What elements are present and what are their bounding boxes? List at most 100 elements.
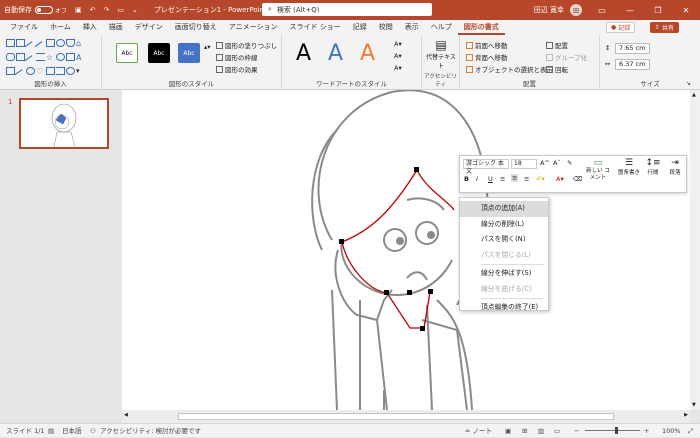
group-button[interactable]: グループ化 <box>546 52 587 62</box>
maximize-icon[interactable]: ❐ <box>644 0 672 20</box>
minimize-icon[interactable]: — <box>616 0 644 20</box>
zoom-in-icon[interactable]: + <box>644 424 649 438</box>
record-button[interactable]: ● 記録 <box>606 22 636 33</box>
search-box[interactable]: ⌕ 検索 (Alt+Q) <box>262 3 432 16</box>
tab-insert[interactable]: 挿入 <box>77 20 103 35</box>
text-outline-icon[interactable]: A▾ <box>394 52 402 60</box>
oval-shape-icon[interactable] <box>56 39 65 47</box>
tab-view[interactable]: 表示 <box>399 20 425 35</box>
gallery-more-icon[interactable]: ▴▾ <box>204 43 211 51</box>
tab-file[interactable]: ファイル <box>4 20 44 35</box>
grow-font-icon[interactable]: A^ <box>540 159 550 167</box>
rectangle-shape-icon[interactable] <box>46 39 55 47</box>
rotate-button[interactable]: 回転 <box>546 64 568 74</box>
selection-pane-button[interactable]: オブジェクトの選択と表示 <box>466 64 553 74</box>
fit-to-window-icon[interactable]: ⤢ <box>688 424 693 438</box>
language-indicator[interactable]: 日本語 <box>62 424 82 438</box>
brace-shape-icon[interactable] <box>36 53 45 61</box>
align-left-icon[interactable]: ≡ <box>500 175 505 183</box>
zoom-out-icon[interactable]: − <box>574 424 579 438</box>
rounded-rect-shape-icon[interactable] <box>6 53 15 61</box>
tab-draw[interactable]: 描画 <box>103 20 129 35</box>
vertical-scrollbar[interactable]: ▲ ▼ <box>690 90 700 410</box>
tab-transitions[interactable]: 画面切り替え <box>169 20 223 35</box>
horizontal-scroll-thumb[interactable] <box>178 413 614 420</box>
tab-animations[interactable]: アニメーション <box>223 20 284 35</box>
shrink-font-icon[interactable]: Aˇ <box>553 159 561 167</box>
triangle-shape-icon[interactable] <box>66 39 75 47</box>
underline-button[interactable]: U <box>488 175 493 183</box>
accessibility-status[interactable]: アクセシビリティ: 検討が必要です <box>100 424 201 438</box>
zoom-level[interactable]: 100% <box>662 424 681 438</box>
tab-shape-format[interactable]: 図形の書式 <box>457 20 505 35</box>
heart-shape-icon[interactable]: ♡ <box>36 67 45 76</box>
scroll-left-icon[interactable]: ◀ <box>124 412 128 418</box>
star-shape-icon[interactable]: ☆ <box>46 53 55 62</box>
textbox-icon[interactable]: A <box>76 53 85 62</box>
curve-shape-icon[interactable] <box>24 55 37 67</box>
align-center-icon[interactable]: ≡ <box>511 174 519 182</box>
text-fill-icon[interactable]: A▾ <box>394 40 402 48</box>
format-painter-icon[interactable]: ✎ <box>567 159 572 167</box>
close-icon[interactable]: ✕ <box>672 0 700 20</box>
align-right-icon[interactable]: ≡ <box>524 175 529 183</box>
tab-review[interactable]: 校閲 <box>373 20 399 35</box>
tab-slideshow[interactable]: スライド ショー <box>284 20 347 35</box>
avatar[interactable]: 田 <box>570 4 582 16</box>
normal-view-icon[interactable]: ▣ <box>505 424 511 438</box>
alt-text-button[interactable]: ▤ 代替テキスト <box>426 38 456 70</box>
paragraph-button[interactable]: ⇥ 段落 <box>666 158 684 176</box>
menu-delete-segment[interactable]: 線分の削除(L) <box>460 217 548 233</box>
font-name-select[interactable]: 游ゴシック 本文 <box>463 159 509 175</box>
size-dialog-icon[interactable]: ↘ <box>686 80 691 87</box>
edit-shape-icon[interactable]: ⌂ <box>76 39 85 48</box>
customize-qat-icon[interactable]: ⌄ <box>128 0 142 20</box>
spellcheck-icon[interactable]: ▤ <box>48 424 54 438</box>
style-preset-blue[interactable]: Abc <box>178 43 200 63</box>
shape-outline-button[interactable]: 図形の枠線 <box>216 52 258 62</box>
smiley-shape-icon[interactable] <box>66 67 75 75</box>
zoom-slider-thumb[interactable] <box>615 427 618 434</box>
save-icon[interactable]: ▣ <box>71 0 86 20</box>
new-comment-button[interactable]: ▭ 新しい コメント <box>586 158 610 182</box>
bullets-button[interactable]: ☰ 箇条書き <box>618 158 640 176</box>
undo-icon[interactable]: ↶ <box>86 0 100 20</box>
slide-thumbnail[interactable] <box>19 98 109 149</box>
slideshow-view-icon[interactable]: ▭ <box>554 424 560 438</box>
tab-home[interactable]: ホーム <box>44 20 77 35</box>
moon-shape-icon[interactable] <box>26 67 35 75</box>
arc-shape-icon[interactable] <box>56 53 65 61</box>
bold-button[interactable]: B <box>464 175 469 183</box>
wordart-black[interactable]: A <box>296 41 311 66</box>
menu-open-path[interactable]: パスを開く(N) <box>460 232 548 248</box>
textbox-shape-icon[interactable] <box>6 39 15 47</box>
slide-sorter-icon[interactable]: ⊞ <box>522 424 527 438</box>
cube-shape-icon[interactable] <box>66 53 75 61</box>
menu-exit-edit-points[interactable]: 頂点編集の終了(E) <box>460 300 548 316</box>
shape-effects-button[interactable]: 図形の効果 <box>216 64 258 74</box>
italic-button[interactable]: I <box>476 175 478 183</box>
scroll-right-icon[interactable]: ▶ <box>684 412 688 418</box>
text-effects-icon[interactable]: A▾ <box>394 64 402 72</box>
font-size-select[interactable]: 18 <box>511 159 537 169</box>
tab-record[interactable]: 記録 <box>347 20 373 35</box>
style-preset-dark[interactable]: Abc <box>148 43 170 63</box>
redo-icon[interactable]: ↷ <box>100 0 114 20</box>
autosave-switch[interactable] <box>35 6 53 14</box>
brace-right-shape-icon[interactable] <box>56 67 65 75</box>
horizontal-scrollbar[interactable]: ◀ ▶ <box>122 410 690 423</box>
more-shapes-icon[interactable]: ▾ <box>76 67 85 75</box>
shape-fill-button[interactable]: 図形の塗りつぶし <box>216 40 277 50</box>
height-field[interactable]: 7.65 cm <box>615 43 650 54</box>
arrow-shape-icon[interactable] <box>34 41 47 53</box>
tab-design[interactable]: デザイン <box>129 20 169 35</box>
bring-forward-button[interactable]: 前面へ移動 <box>466 40 508 50</box>
autosave-toggle[interactable]: 自動保存 オフ <box>0 0 71 20</box>
eraser-icon[interactable]: ⌫ <box>573 175 582 183</box>
wordart-orange[interactable]: A <box>360 41 375 66</box>
wordart-blue[interactable]: A <box>328 41 343 66</box>
slide-canvas[interactable] <box>122 90 690 410</box>
width-field[interactable]: 6.37 cm <box>615 59 650 70</box>
style-preset-outline[interactable]: Abc <box>116 43 138 63</box>
zoom-slider[interactable] <box>585 430 640 431</box>
